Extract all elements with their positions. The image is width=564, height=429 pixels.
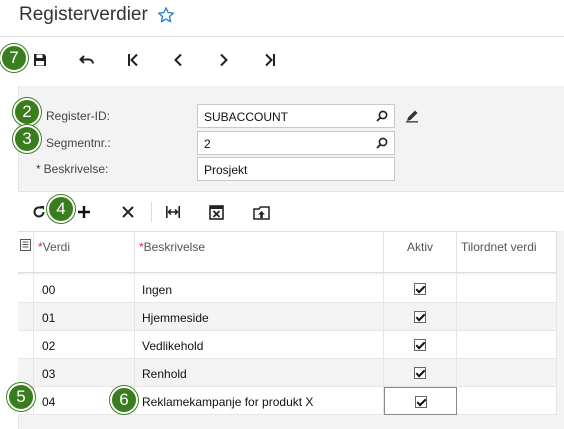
active-checkbox[interactable] xyxy=(414,367,426,379)
search-icon[interactable] xyxy=(376,110,388,122)
excel-icon xyxy=(208,204,224,220)
grid-header: *Verdi *Beskrivelse Aktiv Tilordnet verd… xyxy=(18,231,557,274)
file-list-icon xyxy=(20,239,31,251)
value-cell[interactable]: 03 xyxy=(34,359,135,387)
register-id-label: Register-ID: xyxy=(46,109,111,123)
mapped-cell[interactable] xyxy=(457,359,557,387)
first-icon xyxy=(128,53,138,67)
export-excel-button[interactable] xyxy=(206,202,226,222)
callout-2: 2 xyxy=(13,98,41,126)
next-record-button[interactable] xyxy=(213,50,235,70)
page-title-text: Registerverdier xyxy=(19,4,148,25)
edit-pencil-icon[interactable] xyxy=(405,109,419,123)
table-row[interactable]: 04 Reklamekampanje for produkt X xyxy=(18,387,557,415)
table-row[interactable]: 01 Hjemmeside xyxy=(18,303,557,331)
row-selector[interactable] xyxy=(18,303,34,331)
last-record-button[interactable] xyxy=(259,50,281,70)
star-icon[interactable] xyxy=(157,6,175,24)
description-cell[interactable]: Renhold xyxy=(135,359,384,387)
register-id-field[interactable]: SUBACCOUNT xyxy=(197,104,395,128)
search-icon[interactable] xyxy=(376,137,388,149)
active-cell[interactable] xyxy=(384,359,457,387)
value-cell[interactable]: 01 xyxy=(34,303,135,331)
required-marker: * xyxy=(36,162,41,176)
delete-row-button[interactable] xyxy=(118,202,138,222)
description-cell[interactable]: Hjemmeside xyxy=(135,303,384,331)
first-record-button[interactable] xyxy=(122,50,144,70)
upload-icon xyxy=(252,205,270,220)
description-label: * Beskrivelse: xyxy=(36,162,108,176)
plus-icon xyxy=(78,206,90,218)
column-header-value[interactable]: *Verdi xyxy=(34,232,135,274)
description-cell[interactable]: Vedlikehold xyxy=(135,331,384,359)
main-toolbar xyxy=(0,44,564,76)
description-value: Prosjekt xyxy=(204,163,248,177)
register-id-value: SUBACCOUNT xyxy=(204,110,289,124)
active-checkbox[interactable] xyxy=(414,339,426,351)
segment-value: 2 xyxy=(204,137,211,151)
value-cell[interactable]: 02 xyxy=(34,331,135,359)
title-divider xyxy=(0,36,564,37)
add-row-button[interactable] xyxy=(74,202,94,222)
fit-width-icon xyxy=(166,206,180,218)
active-cell[interactable] xyxy=(384,387,457,415)
last-icon xyxy=(265,53,275,67)
table-row[interactable]: 00 Ingen xyxy=(18,275,557,303)
column-description-label: Beskrivelse xyxy=(143,240,206,254)
active-checkbox[interactable] xyxy=(414,283,426,295)
save-icon xyxy=(34,54,46,66)
active-checkbox[interactable] xyxy=(415,396,427,408)
page-title: Registerverdier xyxy=(19,4,175,26)
save-button[interactable] xyxy=(29,50,51,70)
refresh-icon xyxy=(33,206,45,218)
chevron-right-icon xyxy=(220,53,228,67)
column-header-active[interactable]: Aktiv xyxy=(384,232,457,274)
callout-6: 6 xyxy=(110,386,138,414)
active-cell[interactable] xyxy=(384,275,457,303)
description-label-text: Beskrivelse: xyxy=(43,162,109,176)
close-icon xyxy=(122,206,134,218)
description-field[interactable]: Prosjekt xyxy=(197,157,395,181)
mapped-cell[interactable] xyxy=(457,387,557,415)
value-cell[interactable]: 00 xyxy=(34,275,135,303)
callout-4: 4 xyxy=(47,195,75,223)
callout-3: 3 xyxy=(13,125,41,153)
mapped-cell[interactable] xyxy=(457,275,557,303)
description-cell[interactable]: Ingen xyxy=(135,275,384,303)
active-checkbox[interactable] xyxy=(414,311,426,323)
callout-5: 5 xyxy=(7,383,35,411)
column-value-label: Verdi xyxy=(42,240,71,254)
column-header-mapped[interactable]: Tilordnet verdi xyxy=(457,232,557,274)
chevron-left-icon xyxy=(174,53,182,67)
upload-button[interactable] xyxy=(251,202,271,222)
callout-7: 7 xyxy=(0,44,28,72)
undo-button[interactable] xyxy=(76,50,98,70)
grid-toolbar xyxy=(18,191,564,231)
mapped-cell[interactable] xyxy=(457,331,557,359)
segment-field[interactable]: 2 xyxy=(197,131,395,155)
description-cell[interactable]: Reklamekampanje for produkt X xyxy=(135,387,384,415)
active-cell[interactable] xyxy=(384,331,457,359)
toolbar-divider xyxy=(151,202,152,222)
row-selector-header[interactable] xyxy=(18,232,34,274)
column-header-description[interactable]: *Beskrivelse xyxy=(135,232,384,274)
row-selector[interactable] xyxy=(18,331,34,359)
table-row[interactable]: 03 Renhold xyxy=(18,359,557,387)
fit-columns-button[interactable] xyxy=(163,202,183,222)
table-row[interactable]: 02 Vedlikehold xyxy=(18,331,557,359)
active-cell[interactable] xyxy=(384,303,457,331)
undo-icon xyxy=(79,55,94,64)
mapped-cell[interactable] xyxy=(457,303,557,331)
previous-record-button[interactable] xyxy=(167,50,189,70)
segment-label: Segmentnr.: xyxy=(46,136,111,150)
refresh-button[interactable] xyxy=(29,202,49,222)
row-selector[interactable] xyxy=(18,275,34,303)
